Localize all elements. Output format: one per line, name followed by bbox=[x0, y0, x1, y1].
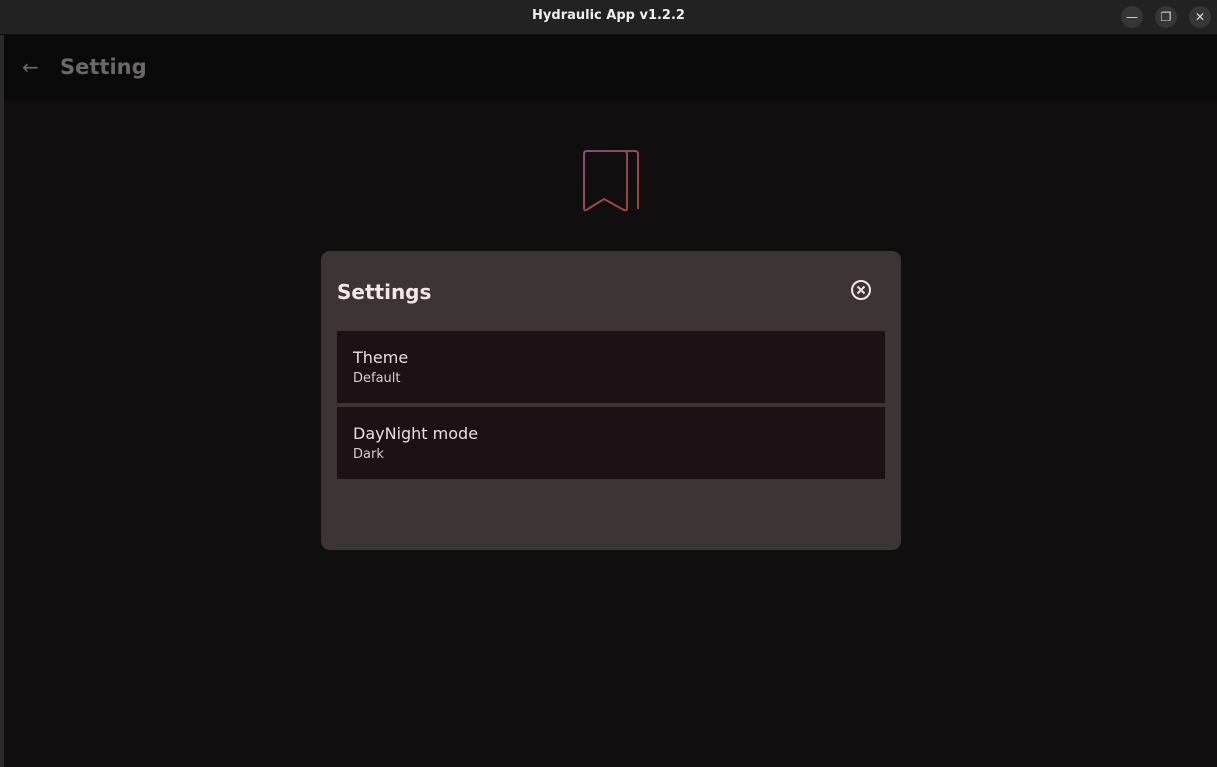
bookmarks-logo-icon bbox=[583, 150, 639, 212]
setting-item-daynight-mode[interactable]: DayNight mode Dark bbox=[337, 407, 885, 479]
window-titlebar: Hydraulic App v1.2.2 — ❐ ✕ bbox=[0, 0, 1217, 35]
maximize-button[interactable]: ❐ bbox=[1155, 6, 1177, 28]
close-window-button[interactable]: ✕ bbox=[1189, 6, 1211, 28]
setting-value: Default bbox=[353, 371, 401, 386]
app-header: ← Setting bbox=[4, 35, 1217, 100]
setting-item-theme[interactable]: Theme Default bbox=[337, 331, 885, 403]
window-title: Hydraulic App v1.2.2 bbox=[532, 8, 685, 23]
page-title: Setting bbox=[60, 55, 147, 79]
back-arrow-icon[interactable]: ← bbox=[22, 55, 39, 79]
dialog-title: Settings bbox=[337, 280, 432, 304]
setting-label: DayNight mode bbox=[353, 424, 479, 443]
settings-dialog: Settings Theme Default DayNight mode Dar… bbox=[321, 251, 901, 550]
minimize-button[interactable]: — bbox=[1121, 6, 1143, 28]
setting-value: Dark bbox=[353, 447, 384, 462]
app-body: ← Setting Settings Theme Default DayNigh… bbox=[4, 35, 1217, 767]
close-dialog-icon[interactable] bbox=[850, 279, 872, 301]
setting-label: Theme bbox=[353, 348, 409, 367]
